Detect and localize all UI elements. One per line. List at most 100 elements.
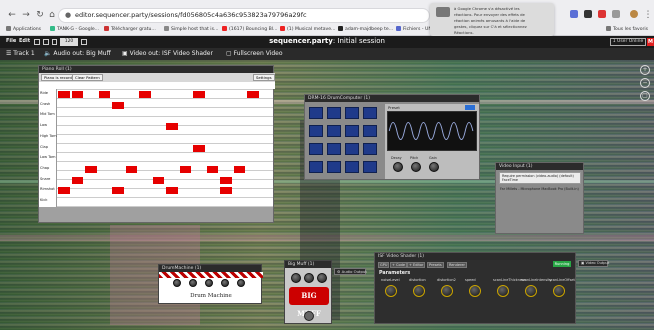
drum-pad[interactable] [345, 107, 359, 119]
bookmark-item[interactable]: Simple host that is... [164, 26, 218, 34]
param-knob[interactable] [525, 285, 537, 297]
machine-knob[interactable] [221, 279, 229, 287]
play-button[interactable] [43, 39, 49, 45]
record-button[interactable] [52, 39, 57, 45]
note-cell[interactable] [247, 91, 259, 98]
audio-out-selector[interactable]: 🔈 Audio out: Big Muff [44, 50, 111, 57]
note-cell[interactable] [220, 187, 232, 195]
note-cell[interactable] [220, 176, 232, 184]
volume-knob[interactable] [291, 273, 301, 283]
bpm-field[interactable]: 120 [60, 38, 78, 46]
machine-knob[interactable] [237, 279, 245, 287]
note-cell[interactable] [125, 165, 137, 173]
note-cell[interactable] [233, 165, 245, 173]
video-output-port[interactable]: ▣ Video Output [578, 260, 609, 267]
note-cell[interactable] [71, 176, 83, 184]
edit-menu[interactable]: Edit [19, 38, 30, 44]
panel-title[interactable]: DRM-16 DrumComputer (1) [305, 95, 479, 102]
note-cell[interactable] [58, 187, 70, 195]
device-select[interactable]: Require permission (video-audio) (defaul… [499, 172, 581, 184]
profile-avatar[interactable] [630, 10, 638, 18]
fullscreen-button[interactable]: ▢ Fullscreen Video [226, 50, 283, 57]
drum-pad[interactable] [345, 125, 359, 137]
clear-pattern-button[interactable]: Clear Pattern [72, 74, 103, 81]
note-cell[interactable] [85, 165, 97, 173]
panel-title[interactable]: Big Muff (1) [285, 261, 331, 268]
drum-pad[interactable] [327, 161, 341, 173]
extension-icon[interactable] [598, 10, 606, 18]
drum-pad[interactable] [363, 161, 377, 173]
drum-machine-panel[interactable]: DrumMachine (1) Drum Machine [158, 264, 263, 304]
panel-title[interactable]: Piano Roll (1) [39, 66, 273, 73]
address-bar[interactable]: ● editor.sequencer.party/sessions/fd0568… [58, 8, 430, 23]
note-cell[interactable] [112, 187, 124, 195]
param-knob[interactable] [553, 285, 565, 297]
panel-title[interactable]: DrumMachine (1) [159, 265, 261, 272]
drum-pad[interactable] [363, 125, 377, 137]
isf-tool-button[interactable]: Renderer [447, 262, 467, 268]
extension-icon[interactable] [612, 10, 620, 18]
drum-pad[interactable] [309, 143, 323, 155]
param-knob[interactable] [497, 285, 509, 297]
extension-icon[interactable] [570, 10, 578, 18]
panel-title[interactable]: Video Input (1) [496, 163, 583, 170]
big-muff-panel[interactable]: Big Muff (1) BIG MUFF [284, 260, 332, 324]
pitch-knob[interactable] [411, 162, 421, 172]
fit-view-icon[interactable]: ▢ [640, 91, 650, 101]
note-cell[interactable] [166, 187, 178, 195]
note-cell[interactable] [112, 101, 124, 109]
zoom-in-icon[interactable]: + [640, 65, 650, 75]
machine-knob[interactable] [205, 279, 213, 287]
drum-pad[interactable] [309, 107, 323, 119]
drum-computer-panel[interactable]: DRM-16 DrumComputer (1) Preset Decay Pit… [304, 94, 480, 180]
drum-pad[interactable] [327, 125, 341, 137]
bookmark-item[interactable]: (1) Musical metave... [280, 26, 335, 34]
decay-knob[interactable] [393, 162, 403, 172]
track-selector[interactable]: ☰ Track 1 [6, 50, 35, 57]
isf-shader-panel[interactable]: ISF Video Shader (1) GPU + Code + Editor… [374, 252, 576, 324]
settings-button[interactable]: Settings [253, 74, 275, 81]
zoom-out-icon[interactable]: − [640, 78, 650, 88]
drum-pad[interactable] [345, 161, 359, 173]
param-knob[interactable] [413, 285, 425, 297]
gain-knob[interactable] [429, 162, 439, 172]
panel-title[interactable]: ISF Video Shader (1) [375, 253, 575, 260]
note-cell[interactable] [152, 176, 164, 184]
video-out-selector[interactable]: ▣ Video out: ISF Video Shader [122, 50, 213, 57]
param-knob[interactable] [385, 285, 397, 297]
note-cell[interactable] [98, 91, 110, 98]
isf-tool-button[interactable]: Presets [427, 262, 444, 268]
menu-icon[interactable]: ⋮ [642, 9, 654, 21]
reload-icon[interactable]: ↻ [34, 9, 46, 21]
param-knob[interactable] [441, 285, 453, 297]
bookmark-item[interactable]: (1617) Bouncing Bl... [222, 26, 277, 34]
drum-pad[interactable] [327, 143, 341, 155]
note-cell[interactable] [206, 165, 218, 173]
video-input-panel[interactable]: Video Input (1) Require permission (vide… [495, 162, 584, 234]
isf-tool-button[interactable]: GPU [378, 262, 390, 268]
drum-pad[interactable] [309, 161, 323, 173]
machine-knob[interactable] [173, 279, 181, 287]
machine-knob[interactable] [189, 279, 197, 287]
preset-select[interactable] [465, 105, 475, 110]
isf-tool-button[interactable]: + Code [390, 262, 408, 268]
drum-pad[interactable] [345, 143, 359, 155]
note-cell[interactable] [166, 123, 178, 131]
drum-pad[interactable] [363, 107, 377, 119]
tone-knob[interactable] [304, 273, 314, 283]
drum-pad[interactable] [327, 107, 341, 119]
note-cell[interactable] [179, 165, 191, 173]
drum-pad[interactable] [309, 125, 323, 137]
footswitch-button[interactable] [304, 311, 314, 321]
note-cell[interactable] [193, 144, 205, 152]
note-cell[interactable] [193, 91, 205, 98]
file-menu[interactable]: File [6, 38, 16, 44]
record-mode-button[interactable]: Piano is record [41, 74, 75, 81]
bookmark-item[interactable]: adam-majdbeep te... [338, 26, 393, 34]
bookmark-item[interactable]: Tous les favoris [606, 26, 648, 34]
sustain-knob[interactable] [317, 273, 327, 283]
home-icon[interactable]: ⌂ [46, 9, 58, 21]
audio-output-port[interactable]: ⚙ Audio Output [334, 268, 367, 275]
forward-icon[interactable]: → [20, 9, 32, 21]
bookmark-item[interactable]: Télécharger gratu... [104, 26, 156, 34]
